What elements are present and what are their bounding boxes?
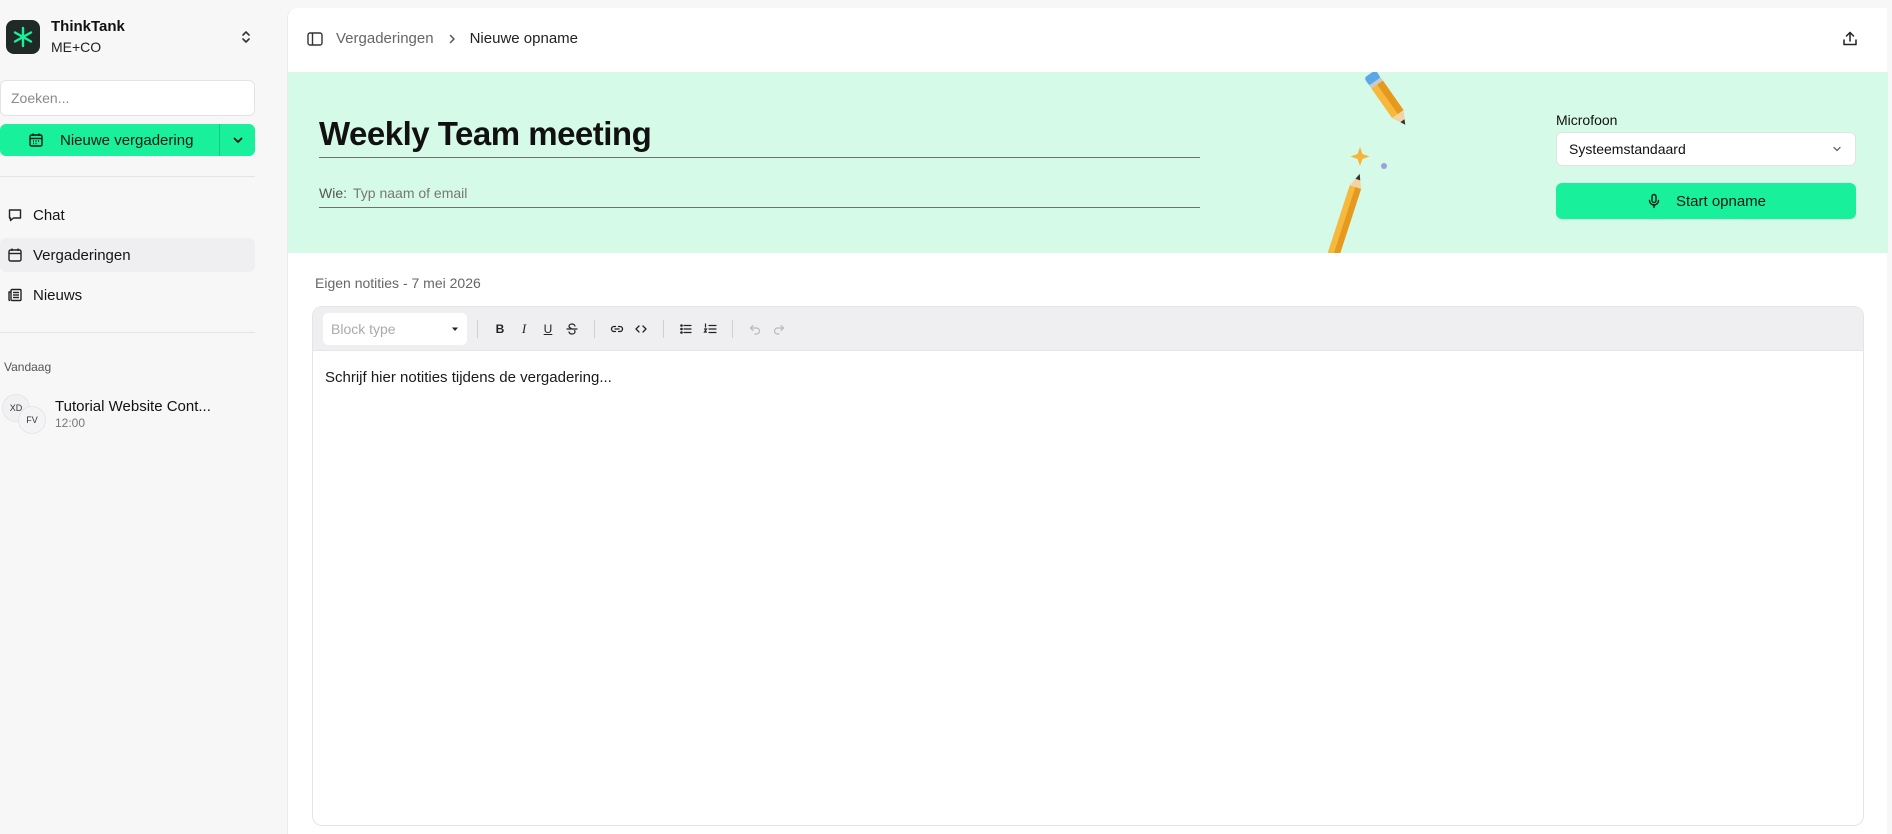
avatar: FV (18, 406, 46, 434)
undo-icon (749, 324, 761, 335)
redo-icon (773, 324, 785, 335)
chevron-down-icon (1833, 146, 1841, 152)
calendar-icon (29, 133, 43, 147)
recording-header: Wie: Microfoon (288, 72, 1888, 253)
chat-icon (8, 209, 22, 222)
start-recording-button[interactable]: Start opname (1556, 183, 1856, 219)
organization-name: ME+CO (51, 39, 102, 55)
numbered-list-icon (703, 322, 717, 333)
newspaper-icon (8, 288, 22, 302)
recent-meeting-title: Tutorial Website Cont... (55, 398, 211, 415)
sidebar-item-meetings[interactable]: Vergaderingen (0, 238, 255, 272)
strikethrough-icon (566, 322, 578, 335)
sidebar: ThinkTank ME+CO Nieuwe vergadering Chat (0, 0, 286, 834)
search-input[interactable] (0, 80, 255, 116)
new-meeting-label: Nieuwe vergadering (60, 131, 194, 149)
strikethrough-button[interactable] (560, 317, 584, 341)
calendar-icon (8, 248, 22, 262)
recent-section-label: Vandaag (4, 360, 52, 374)
recent-meeting-item[interactable]: XD FV Tutorial Website Cont... 12:00 (2, 394, 252, 436)
notes-text-area[interactable]: Schrijf hier notities tijdens de vergade… (313, 351, 1863, 404)
microphone-label: Microfoon (1556, 112, 1618, 128)
undo-button[interactable] (743, 317, 767, 341)
code-button[interactable] (629, 317, 653, 341)
code-icon (635, 324, 647, 333)
caret-down-icon (452, 327, 458, 331)
sidebar-divider (0, 176, 255, 177)
breadcrumb-meetings-link[interactable]: Vergaderingen (336, 30, 434, 47)
notes-placeholder: Schrijf hier notities tijdens de vergade… (325, 369, 612, 386)
sidebar-divider (0, 332, 255, 333)
participants-input[interactable] (353, 184, 1200, 201)
chevron-down-icon (233, 137, 242, 143)
breadcrumb-current: Nieuwe opname (469, 30, 578, 47)
link-button[interactable] (605, 317, 629, 341)
notes-section-label: Eigen notities - 7 mei 2026 (315, 275, 481, 291)
participants-field: Wie: (319, 178, 1200, 208)
workspace-name: ThinkTank (51, 18, 125, 35)
sidebar-item-label: Nieuws (33, 286, 83, 304)
workspace-switcher[interactable]: ThinkTank ME+CO (6, 18, 256, 56)
bullet-list-icon (680, 323, 692, 334)
chevron-right-icon (446, 33, 458, 45)
toolbar-divider (732, 319, 733, 338)
toolbar-divider (663, 319, 664, 338)
italic-button[interactable]: I (512, 317, 536, 341)
new-meeting-button[interactable]: Nieuwe vergadering (0, 124, 219, 156)
breadcrumb: Vergaderingen Nieuwe opname (336, 30, 578, 47)
participants-label: Wie: (319, 184, 347, 201)
block-type-placeholder: Block type (331, 320, 396, 337)
redo-button[interactable] (767, 317, 791, 341)
sidebar-item-label: Chat (33, 206, 65, 224)
sidebar-toggle-icon[interactable] (306, 30, 326, 50)
block-type-select[interactable]: Block type (323, 312, 467, 345)
pencils-illustration-icon (1328, 72, 1406, 253)
numbered-list-button[interactable] (698, 317, 722, 341)
editor-toolbar: Block type B I U (313, 307, 1863, 351)
participant-avatars: XD FV (2, 394, 50, 436)
sidebar-item-label: Vergaderingen (33, 246, 131, 264)
recent-meeting-time: 12:00 (55, 416, 86, 430)
notes-editor: Block type B I U Schrijf hier notities t… (312, 306, 1864, 826)
toolbar-divider (594, 319, 595, 338)
share-icon[interactable] (1841, 30, 1861, 50)
sidebar-item-chat[interactable]: Chat (0, 198, 255, 232)
bold-button[interactable]: B (488, 317, 512, 341)
sidebar-item-news[interactable]: Nieuws (0, 278, 255, 312)
microphone-icon (1648, 193, 1660, 209)
microphone-selected-value: Systeemstandaard (1569, 141, 1686, 157)
underline-button[interactable]: U (536, 317, 560, 341)
main-panel: Vergaderingen Nieuwe opname Wie: (287, 8, 1888, 834)
thinktank-logo-icon (6, 20, 40, 54)
new-meeting-split-button: Nieuwe vergadering (0, 124, 255, 156)
meeting-title-input[interactable] (319, 110, 1200, 158)
start-recording-label: Start opname (1675, 192, 1767, 210)
microphone-select[interactable]: Systeemstandaard (1556, 132, 1856, 166)
new-meeting-dropdown-button[interactable] (219, 124, 255, 156)
link-icon (610, 325, 624, 332)
bullet-list-button[interactable] (674, 317, 698, 341)
chevron-up-down-icon[interactable] (236, 27, 256, 47)
toolbar-divider (477, 319, 478, 338)
topbar: Vergaderingen Nieuwe opname (288, 8, 1887, 72)
